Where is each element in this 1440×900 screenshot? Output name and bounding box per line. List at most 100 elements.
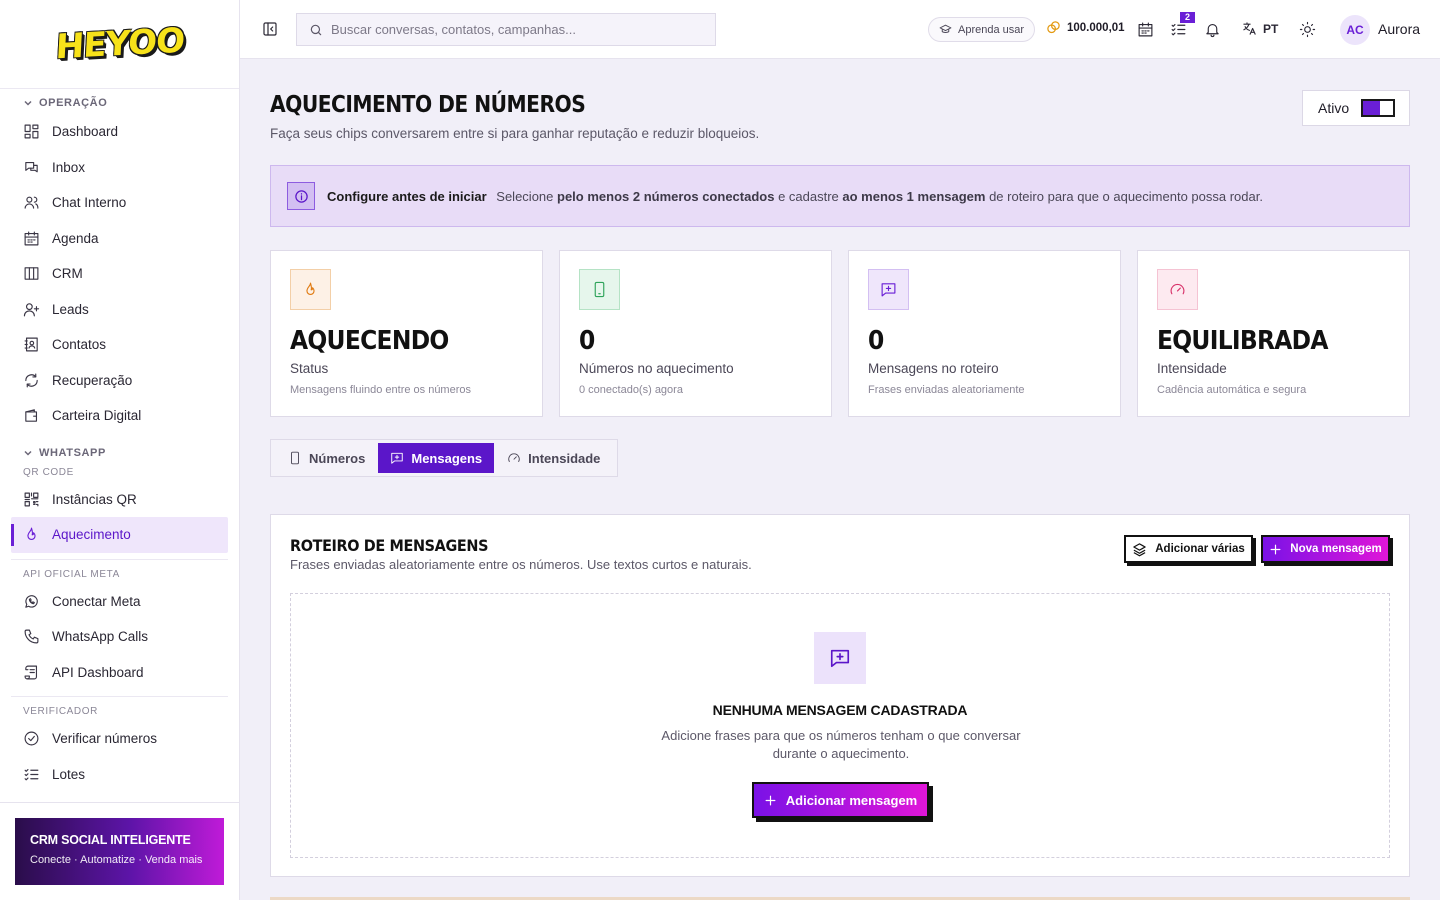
sidebar-item-label: CRM xyxy=(52,266,83,282)
theme-toggle[interactable] xyxy=(1299,21,1316,38)
language-switcher[interactable]: PT xyxy=(1242,21,1278,36)
stats-row: AQUECENDO Status Mensagens fluindo entre… xyxy=(270,250,1410,417)
notifications-button[interactable] xyxy=(1204,21,1221,38)
contact-book-icon xyxy=(24,337,38,352)
sidebar-item-label: Conectar Meta xyxy=(52,593,141,609)
sidebar-item-agenda[interactable]: Agenda xyxy=(11,221,228,257)
divider xyxy=(0,802,239,803)
stat-card-status: AQUECENDO Status Mensagens fluindo entre… xyxy=(270,250,543,417)
alert-text-part: Selecione xyxy=(496,188,557,204)
search-bar[interactable] xyxy=(296,13,716,46)
tab-intensidade[interactable]: Intensidade xyxy=(494,443,613,473)
stat-label: Números no aquecimento xyxy=(579,361,734,376)
inbox-icon xyxy=(25,161,38,173)
sidebar-item-chat-interno[interactable]: Chat Interno xyxy=(11,185,228,221)
sidebar-item-lotes[interactable]: Lotes xyxy=(11,757,228,793)
info-icon xyxy=(287,182,315,210)
stat-subtext: Frases enviadas aleatoriamente xyxy=(868,384,1025,396)
stat-label: Intensidade xyxy=(1157,361,1227,376)
coin-balance[interactable]: 100.000,01 xyxy=(1046,20,1125,35)
stat-subtext: 0 conectado(s) agora xyxy=(579,384,683,396)
active-toggle-label: Ativo xyxy=(1318,100,1350,116)
sidebar-item-label: Inbox xyxy=(52,159,86,175)
dashboard-icon xyxy=(24,124,39,139)
add-message-button[interactable]: Adicionar mensagem xyxy=(752,782,929,818)
stat-label: Status xyxy=(290,361,329,376)
divider xyxy=(11,696,228,697)
brand-logo[interactable]: HEYOO xyxy=(54,21,185,68)
active-toggle[interactable]: Ativo xyxy=(1302,90,1410,126)
alert-bold-part: pelo menos 2 números conectados xyxy=(557,188,775,204)
tab-mensagens[interactable]: Mensagens xyxy=(378,443,495,473)
coin-balance-value: 100.000,01 xyxy=(1067,21,1125,34)
section-operacao-label: OPERAÇÃO xyxy=(39,97,108,109)
tab-numeros[interactable]: Números xyxy=(275,443,378,473)
avatar[interactable]: AC xyxy=(1340,15,1370,45)
gauge-icon xyxy=(1170,283,1185,295)
setup-alert: Configure antes de iniciar Selecione pel… xyxy=(270,165,1410,227)
stat-card-messages: 0 Mensagens no roteiro Frases enviadas a… xyxy=(848,250,1121,417)
sidebar-nav: OPERAÇÃO Dashboard Inbox Chat Interno Ag… xyxy=(11,92,228,792)
kanban-icon xyxy=(24,267,39,280)
search-input[interactable] xyxy=(331,22,691,37)
sidebar-item-contatos[interactable]: Contatos xyxy=(11,327,228,363)
learn-button[interactable]: Aprenda usar xyxy=(928,17,1036,42)
alert-text-part: e cadastre xyxy=(774,188,843,204)
sidebar-item-crm[interactable]: CRM xyxy=(11,256,228,292)
list-checks-icon xyxy=(24,768,39,781)
learn-label: Aprenda usar xyxy=(958,23,1025,36)
sidebar-toggle-icon[interactable] xyxy=(262,21,278,37)
section-operacao[interactable]: OPERAÇÃO xyxy=(11,92,228,114)
section-whatsapp[interactable]: WHATSAPP xyxy=(11,442,228,464)
calendar-button[interactable] xyxy=(1137,21,1154,38)
tasks-button[interactable] xyxy=(1170,21,1187,38)
gauge-icon xyxy=(508,453,520,462)
check-circle-icon xyxy=(24,731,39,746)
sidebar-item-carteira-digital[interactable]: Carteira Digital xyxy=(11,398,228,434)
plus-icon xyxy=(765,795,776,805)
stat-subtext: Cadência automática e segura xyxy=(1157,384,1307,396)
sidebar-item-api-dashboard[interactable]: API Dashboard xyxy=(11,655,228,691)
sidebar-item-aquecimento[interactable]: Aquecimento xyxy=(11,517,228,553)
message-plus-icon xyxy=(391,452,404,464)
user-plus-icon xyxy=(23,303,40,317)
stat-card-numbers: 0 Números no aquecimento 0 conectado(s) … xyxy=(559,250,832,417)
toggle-switch[interactable] xyxy=(1361,99,1396,117)
stat-icon-box xyxy=(579,269,620,310)
sidebar-item-conectar-meta[interactable]: Conectar Meta xyxy=(11,584,228,620)
new-message-button[interactable]: Nova mensagem xyxy=(1261,535,1390,563)
sidebar-item-recuperacao[interactable]: Recuperação xyxy=(11,363,228,399)
translate-icon xyxy=(1243,22,1256,35)
sidebar-item-label: Lotes xyxy=(52,766,86,782)
sidebar-item-label: Agenda xyxy=(52,230,99,246)
smartphone-icon xyxy=(594,281,605,298)
promo-banner[interactable]: CRM SOCIAL INTELIGENTE Conecte · Automat… xyxy=(15,818,224,885)
chevron-down-icon xyxy=(24,100,32,106)
wallet-icon xyxy=(25,409,38,422)
sidebar-item-inbox[interactable]: Inbox xyxy=(11,150,228,186)
sidebar-item-verificar-numeros[interactable]: Verificar números xyxy=(11,721,228,757)
stat-value: 0 xyxy=(868,326,884,356)
empty-icon-box xyxy=(814,632,866,684)
sidebar-item-dashboard[interactable]: Dashboard xyxy=(11,114,228,150)
stat-icon-box xyxy=(290,269,331,310)
sidebar-item-instancias-qr[interactable]: Instâncias QR xyxy=(11,482,228,518)
add-many-label: Adicionar várias xyxy=(1155,543,1245,555)
tasks-badge: 2 xyxy=(1180,12,1196,23)
panel-subtitle: Frases enviadas aleatoriamente entre os … xyxy=(290,557,752,572)
sidebar-item-label: Chat Interno xyxy=(52,195,127,211)
subsection-api-meta: API OFICIAL META xyxy=(23,568,120,580)
language-label: PT xyxy=(1263,21,1279,36)
sidebar-item-whatsapp-calls[interactable]: WhatsApp Calls xyxy=(11,619,228,655)
alert-heading: Configure antes de iniciar xyxy=(327,188,487,204)
whatsapp-icon xyxy=(25,594,38,608)
sidebar-item-leads[interactable]: Leads xyxy=(11,292,228,328)
add-many-button[interactable]: Adicionar várias xyxy=(1124,535,1253,563)
stat-value: 0 xyxy=(579,326,595,356)
user-name[interactable]: Aurora xyxy=(1378,21,1420,37)
tabs: Números Mensagens Intensidade xyxy=(270,439,619,477)
message-plus-icon xyxy=(881,283,896,297)
tab-label: Números xyxy=(309,450,366,466)
users-icon xyxy=(24,196,39,209)
stat-subtext: Mensagens fluindo entre os números xyxy=(290,384,471,396)
